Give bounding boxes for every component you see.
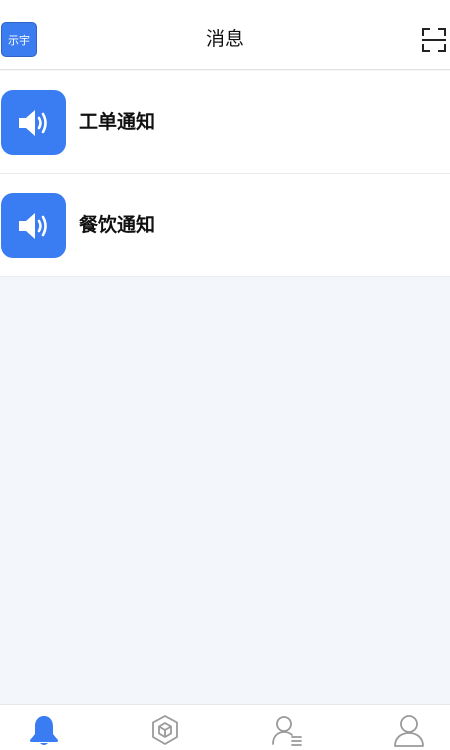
item-icon-container (1, 90, 66, 155)
notification-label: 餐饮通知 (79, 214, 156, 236)
app-screen: 示宇 消息 工单通知 餐饮通知 (0, 0, 450, 750)
notification-list: 工单通知 餐饮通知 (0, 71, 450, 277)
header-bar: 示宇 消息 (0, 0, 450, 70)
nav-item-messages[interactable] (27, 713, 61, 749)
page-title: 消息 (205, 28, 244, 50)
speaker-icon (18, 212, 47, 239)
bottom-nav (0, 704, 450, 750)
speaker-icon (18, 109, 47, 136)
scan-icon (422, 28, 446, 52)
box-icon (152, 715, 178, 745)
notification-label: 工单通知 (79, 111, 156, 133)
nav-item-contacts[interactable] (270, 713, 304, 749)
user-icon (394, 715, 424, 747)
item-icon-container (1, 193, 66, 258)
nav-item-workspace[interactable] (148, 713, 182, 749)
bell-icon (30, 716, 58, 745)
contacts-icon (272, 716, 302, 746)
nav-item-profile[interactable] (392, 713, 426, 749)
notification-item-catering[interactable]: 餐饮通知 (0, 174, 450, 277)
notification-item-work-order[interactable]: 工单通知 (0, 71, 450, 174)
scan-button[interactable] (420, 26, 448, 54)
